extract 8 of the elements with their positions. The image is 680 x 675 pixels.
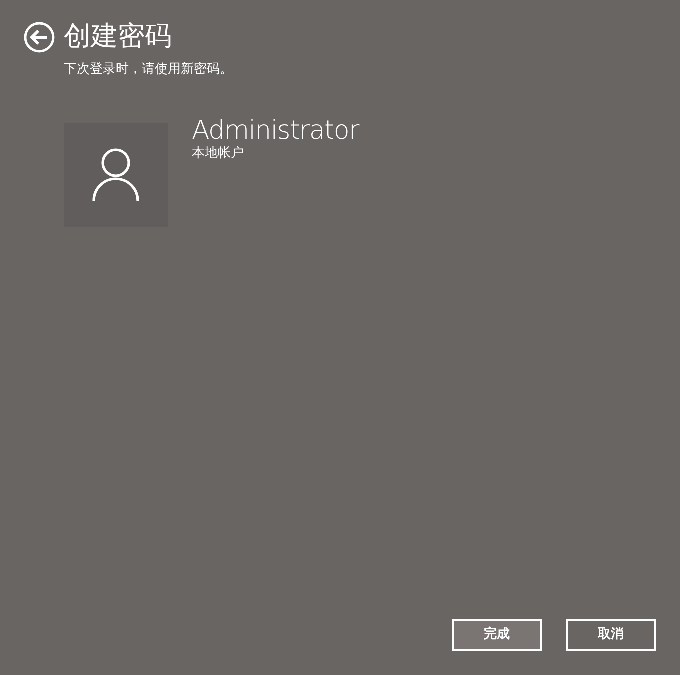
user-silhouette-icon — [92, 148, 140, 202]
account-name: Administrator — [192, 116, 359, 146]
page-title: 创建密码 — [64, 20, 172, 54]
subtitle-text: 下次登录时，请使用新密码。 — [64, 61, 233, 79]
back-button[interactable] — [24, 22, 55, 52]
account-type: 本地帐户 — [192, 146, 244, 162]
cancel-button[interactable]: 取消 — [566, 619, 656, 651]
finish-button[interactable]: 完成 — [452, 619, 542, 651]
